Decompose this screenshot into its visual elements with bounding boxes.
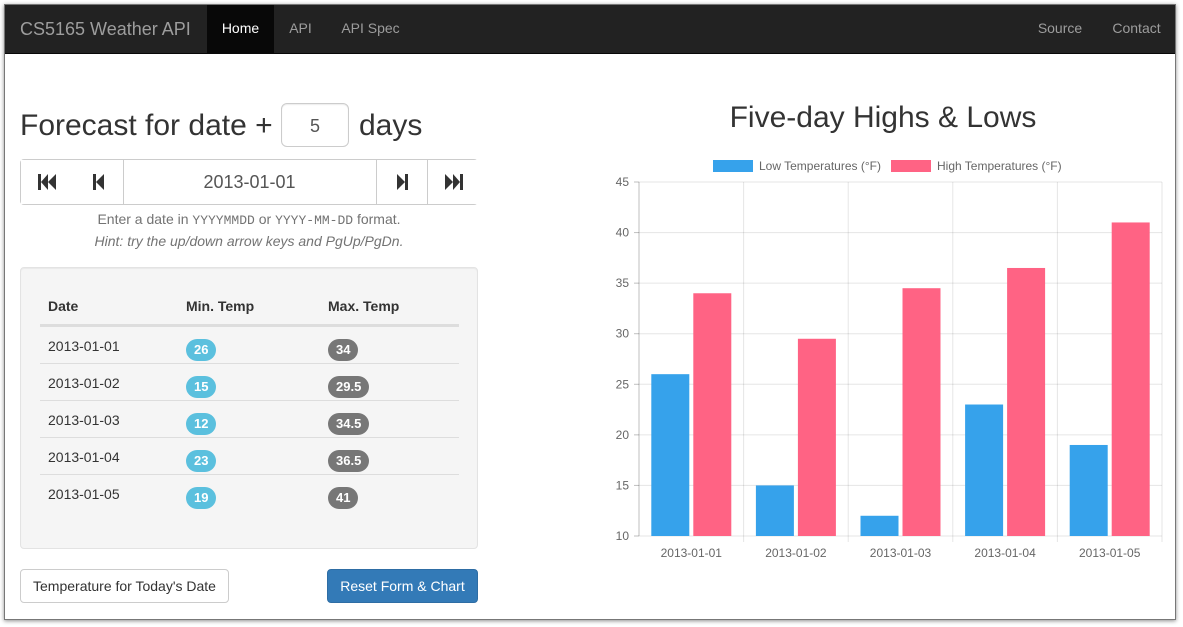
nav-home[interactable]: Home (207, 5, 274, 53)
help-format-1: YYYYMMDD (192, 213, 255, 228)
high-temp-bar (1111, 222, 1150, 536)
low-temp-bar (860, 515, 899, 536)
high-temp-bar (797, 338, 836, 536)
max-temp-badge: 29.5 (328, 376, 370, 398)
y-tick-label: 30 (616, 327, 630, 341)
legend-label-high: High Temperatures (°F) (937, 159, 1062, 173)
bar-chart: 10 15 20 25 30 35 40 45 2013-01-01 2013-01-02 2013… (616, 159, 1163, 560)
min-temp-badge: 15 (186, 376, 217, 398)
chart-title: Five-day Highs & Lows (729, 101, 1037, 134)
max-temp-badge: 34 (328, 339, 359, 361)
x-tick-label: 2013-01-04 (974, 546, 1036, 560)
step-forward-icon (396, 174, 408, 190)
max-temp-badge: 36.5 (328, 450, 370, 472)
nav-source[interactable]: Source (1022, 5, 1098, 53)
keyboard-hint: Hint: try the up/down arrow keys and PgU… (94, 233, 404, 249)
low-temp-bar (651, 374, 690, 536)
legend-swatch-high (891, 160, 931, 172)
x-tick-label: 2013-01-02 (765, 546, 827, 560)
help-format-word: format. (356, 211, 401, 227)
brand-link[interactable]: CS5165 Weather API (20, 5, 191, 53)
header-max-temp: Max. Temp (328, 298, 400, 314)
date-picker-group: 2013-01-01 (20, 159, 479, 205)
max-temp-badge: 34.5 (328, 413, 370, 435)
row-date: 2013-01-01 (48, 338, 120, 354)
header-min-temp: Min. Temp (186, 298, 255, 314)
prev-date-button[interactable] (72, 160, 124, 204)
high-temp-bar (902, 288, 941, 536)
high-temp-bar (1007, 267, 1046, 536)
high-temp-bar (693, 293, 732, 536)
help-format-2: YYYY-MM-DD (275, 213, 354, 228)
table-header: Date Min. Temp Max. Temp (40, 287, 459, 326)
low-temp-bar (755, 485, 794, 536)
today-temperature-button[interactable]: Temperature for Today's Date (20, 569, 229, 603)
navbar: CS5165 Weather API Home API API Spec Sou… (5, 5, 1175, 54)
row-date: 2013-01-03 (48, 412, 120, 428)
header-date: Date (48, 298, 79, 314)
x-tick-label: 2013-01-01 (661, 546, 723, 560)
table-row: 2013-01-04 23 36.5 (40, 437, 459, 474)
row-date: 2013-01-05 (48, 486, 120, 502)
heading-prefix: Forecast for date + (20, 109, 273, 142)
date-input[interactable]: 2013-01-01 (123, 160, 376, 204)
table-row: 2013-01-01 26 34 (40, 326, 459, 363)
help-text: Enter a date in (97, 211, 189, 227)
step-backward-icon (92, 174, 104, 190)
nav-contact[interactable]: Contact (1098, 5, 1175, 53)
y-tick-label: 35 (616, 276, 630, 290)
forecast-table-panel: Date Min. Temp Max. Temp 2013-01-01 26 3… (20, 267, 478, 549)
nav-api-spec[interactable]: API Spec (327, 5, 414, 53)
first-date-button[interactable] (21, 160, 73, 204)
forecast-table: Date Min. Temp Max. Temp 2013-01-01 26 3… (40, 287, 459, 511)
table-row: 2013-01-05 19 41 (40, 474, 459, 511)
max-temp-badge: 41 (328, 487, 359, 509)
legend-label-low: Low Temperatures (°F) (759, 159, 881, 173)
min-temp-badge: 19 (186, 487, 217, 509)
min-temp-badge: 12 (186, 413, 217, 435)
next-date-button[interactable] (376, 160, 428, 204)
skip-to-start-icon (37, 174, 56, 190)
date-format-help: Enter a date in YYYYMMDD or YYYY-MM-DD f… (20, 211, 478, 228)
y-tick-label: 20 (616, 428, 630, 442)
y-tick-label: 45 (616, 175, 630, 189)
legend-swatch-low (713, 160, 753, 172)
help-or: or (258, 211, 272, 227)
x-tick-label: 2013-01-03 (870, 546, 932, 560)
low-temp-bar (965, 404, 1004, 536)
min-temp-badge: 23 (186, 450, 217, 472)
row-date: 2013-01-02 (48, 375, 120, 391)
days-input[interactable]: 5 (281, 103, 349, 147)
table-row: 2013-01-03 12 34.5 (40, 400, 459, 437)
low-temp-bar (1069, 444, 1108, 536)
app-window: CS5165 Weather API Home API API Spec Sou… (4, 4, 1176, 620)
table-row: 2013-01-02 15 29.5 (40, 363, 459, 400)
x-tick-label: 2013-01-05 (1079, 546, 1141, 560)
skip-to-end-icon (444, 174, 463, 190)
row-date: 2013-01-04 (48, 449, 120, 465)
y-tick-label: 10 (616, 529, 630, 543)
last-date-button[interactable] (427, 160, 479, 204)
heading-suffix: days (359, 109, 423, 142)
y-tick-label: 15 (616, 478, 630, 492)
reset-form-chart-button[interactable]: Reset Form & Chart (327, 569, 478, 603)
nav-api[interactable]: API (274, 5, 327, 53)
min-temp-badge: 26 (186, 339, 217, 361)
y-tick-label: 25 (616, 377, 630, 391)
y-tick-label: 40 (616, 226, 630, 240)
